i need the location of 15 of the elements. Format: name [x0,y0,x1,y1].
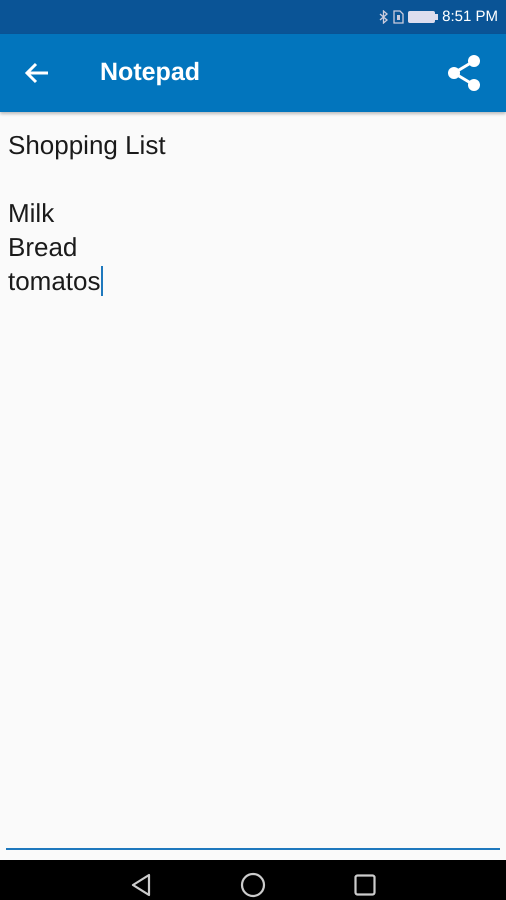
home-nav-button[interactable] [240,872,266,898]
back-button[interactable] [24,61,50,85]
recents-nav-button[interactable] [354,874,376,896]
note-line: Milk [8,197,54,230]
share-button[interactable] [446,54,482,92]
back-nav-button[interactable] [130,873,152,897]
bluetooth-icon [379,10,390,24]
note-line: tomatos [8,265,100,298]
app-title: Notepad [100,57,200,88]
note-line: Bread [8,231,78,264]
note-text-field[interactable]: Shopping List Milk Bread tomatos [6,112,500,850]
status-time: 8:51 PM [442,6,498,27]
note-line: Shopping List [8,129,166,162]
sim-card-icon [393,10,404,24]
battery-icon [408,10,438,24]
